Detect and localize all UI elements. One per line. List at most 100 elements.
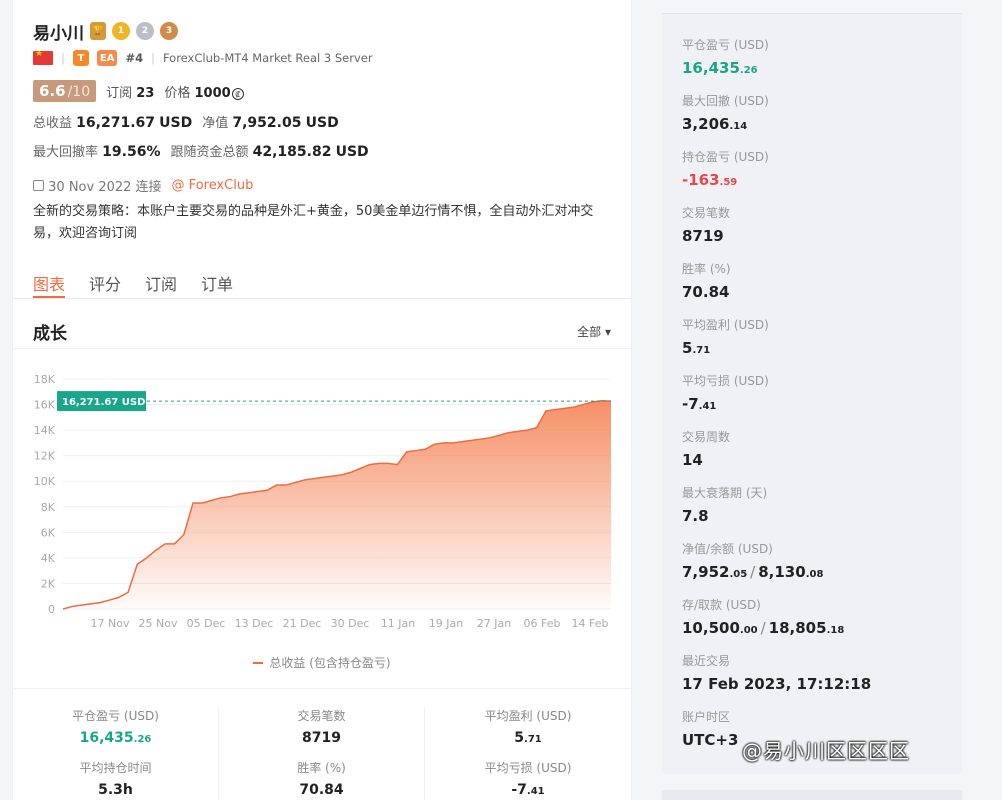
panel-stat-label: 持仓盈亏 (USD): [682, 150, 769, 164]
panel-stat-label: 账户时区: [682, 710, 731, 724]
coin-icon: ₡: [231, 88, 244, 100]
panel-stat-label: 平均亏损 (USD): [682, 374, 769, 388]
panel-stat-label: 净值/余额 (USD): [682, 542, 773, 556]
last-value-label: 16,271.67 USD: [62, 397, 145, 408]
score-badge: 6.6/10: [33, 80, 97, 102]
chart-legend[interactable]: 总收益 (包含持仓盈亏): [13, 654, 631, 671]
growth-chart: 0 2K 4K 6K 8K 10K 12K 14K 16K 18K 16,271.67 USD 17 …: [13, 349, 631, 689]
follow-funds: 跟随资金总额 42,185.82 USD: [170, 144, 369, 160]
stat-label: 平仓盈亏 (USD): [72, 709, 159, 723]
tab-subscribe[interactable]: 订阅: [145, 259, 177, 298]
panel-stat-label: 交易笔数: [682, 206, 731, 220]
silver-medal-icon: 2: [136, 22, 154, 40]
y-tick-label: 4K: [41, 552, 56, 565]
profile-card: 易小川 🏆 1 2 3 | T EA #4 | ForexClub-MT4 Ma…: [12, 0, 632, 800]
panel-stat-label: 交易周数: [682, 430, 731, 444]
stat-value: 5.71: [514, 730, 542, 746]
panel-stat: 平均亏损 (USD) -7.41: [682, 372, 942, 428]
panel-stat: 平均盈利 (USD) 5.71: [682, 316, 942, 372]
equity: 净值 7,952.05 USD: [202, 115, 339, 131]
x-tick-label: 27 Jan: [477, 617, 511, 630]
rank-badge: #4: [125, 51, 144, 65]
stat-label: 交易笔数: [297, 709, 346, 723]
chart-title: 成长: [33, 324, 67, 344]
panel-stat: 最近交易 17 Feb 2023, 17:12:18: [682, 652, 942, 708]
panel-stat-value: 16,435.26: [682, 59, 758, 77]
strategy-description: 全新的交易策略：本账户主要交易的品种是外汇+黄金，50美金单边行情不惧，全自动外…: [33, 204, 594, 241]
stat-value: -7.41: [511, 782, 545, 798]
broker-link[interactable]: @ ForexClub: [172, 178, 254, 193]
growth-chart-svg: 0 2K 4K 6K 8K 10K 12K 14K 16K 18K 16,271.67 USD 17 …: [34, 373, 612, 630]
x-tick-label: 17 Nov: [91, 617, 130, 630]
legend-line-icon: [253, 661, 264, 664]
panel-stat-value: 8719: [682, 227, 724, 245]
tab-rating[interactable]: 评分: [89, 259, 121, 298]
stat-value: 5.3h: [98, 782, 133, 798]
panel-stat-label: 平仓盈亏 (USD): [682, 38, 769, 52]
tab-bar: 图表 评分 订阅 订单: [13, 259, 631, 299]
calendar-icon: [33, 180, 44, 191]
stat-value: 16,435.26: [79, 730, 152, 746]
panel-stat: 交易笔数 8719: [682, 204, 942, 260]
trader-name: 易小川: [33, 23, 84, 44]
x-tick-label: 30 Dec: [331, 617, 370, 630]
stats-panel: 平仓盈亏 (USD) 16,435.26 最大回撤 (USD) 3,206.14 持仓盈…: [662, 14, 962, 774]
panel-stat: 最大衰落期 (天) 7.8: [682, 484, 942, 540]
gold-medal-icon: 1: [112, 22, 130, 40]
watermark: @易小川区区区区: [742, 739, 910, 763]
x-tick-label: 05 Dec: [187, 617, 226, 630]
server-name: ForexClub-MT4 Market Real 3 Server: [162, 51, 373, 65]
panel-stat-value: -163.59: [682, 171, 738, 189]
panel-stat-value: 5.71: [682, 339, 711, 357]
summary-stats: 平仓盈亏 (USD) 16,435.26 交易笔数 8719 平均盈利 (USD) 5.7…: [13, 689, 631, 800]
y-tick-label: 2K: [41, 577, 56, 590]
summary-stat: 交易笔数 8719: [219, 707, 425, 759]
panel-stat-label: 最大衰落期 (天): [682, 486, 768, 500]
stat-label: 平均持仓时间: [79, 761, 152, 775]
x-tick-label: 14 Feb: [572, 617, 609, 630]
china-flag-icon: [33, 49, 53, 65]
y-tick-label: 12K: [34, 450, 56, 463]
y-tick-label: 16K: [34, 399, 56, 412]
summary-stat: 平均盈利 (USD) 5.71: [425, 707, 631, 759]
panel-stat-value: 17 Feb 2023, 17:12:18: [682, 675, 872, 693]
panel-stat: 净值/余额 (USD) 7,952.05/8,130.08: [682, 540, 942, 596]
panel-stat-value: 3,206.14: [682, 115, 748, 133]
tab-orders[interactable]: 订单: [201, 259, 233, 298]
panel-stat-label: 胜率 (%): [682, 262, 731, 276]
tab-chart[interactable]: 图表: [33, 259, 66, 298]
price: 价格 1000 ₡: [164, 82, 244, 101]
x-tick-label: 21 Dec: [283, 617, 322, 630]
x-tick-label: 19 Jan: [429, 617, 463, 630]
y-tick-label: 6K: [41, 526, 56, 539]
summary-stat: 平均亏损 (USD) -7.41: [425, 759, 631, 800]
panel-stat-value: 7.8: [682, 507, 709, 525]
y-tick-label: 14K: [34, 424, 56, 437]
subscriptions: 订阅 23: [106, 85, 155, 101]
panel-stat-value: 10,500.00/18,805.18: [682, 619, 845, 637]
y-tick-label: 10K: [34, 475, 56, 488]
x-tick-label: 06 Feb: [524, 617, 561, 630]
total-profit: 总收益 16,271.67 USD: [33, 115, 193, 131]
summary-stat: 胜率 (%) 70.84: [219, 759, 425, 800]
stat-label: 平均亏损 (USD): [484, 761, 572, 775]
panel-stat-label: 平均盈利 (USD): [682, 318, 769, 332]
panel-stat-label: 最大回撤 (USD): [682, 94, 769, 108]
stat-label: 胜率 (%): [297, 761, 346, 775]
connected-date: 30 Nov 2022 连接: [33, 176, 162, 195]
panel-stat-value: 7,952.05/8,130.08: [682, 563, 824, 581]
tag-ea-badge: EA: [96, 50, 118, 66]
y-tick-label: 8K: [41, 501, 56, 514]
stat-value: 8719: [302, 730, 341, 746]
bronze-medal-icon: 3: [160, 22, 178, 40]
panel-stat: 最大回撤 (USD) 3,206.14: [682, 92, 942, 148]
summary-stat: 平均持仓时间 5.3h: [13, 759, 219, 800]
panel-stat: 持仓盈亏 (USD) -163.59: [682, 148, 942, 204]
trophy-icon: 🏆: [90, 22, 106, 40]
x-tick-label: 13 Dec: [235, 617, 274, 630]
y-tick-label: 0: [48, 603, 55, 616]
range-dropdown[interactable]: 全部 ▾: [577, 323, 611, 340]
x-tick-label: 11 Jan: [381, 617, 415, 630]
summary-stat: 平仓盈亏 (USD) 16,435.26: [13, 707, 219, 759]
panel-stat: 存/取款 (USD) 10,500.00/18,805.18: [682, 596, 942, 652]
